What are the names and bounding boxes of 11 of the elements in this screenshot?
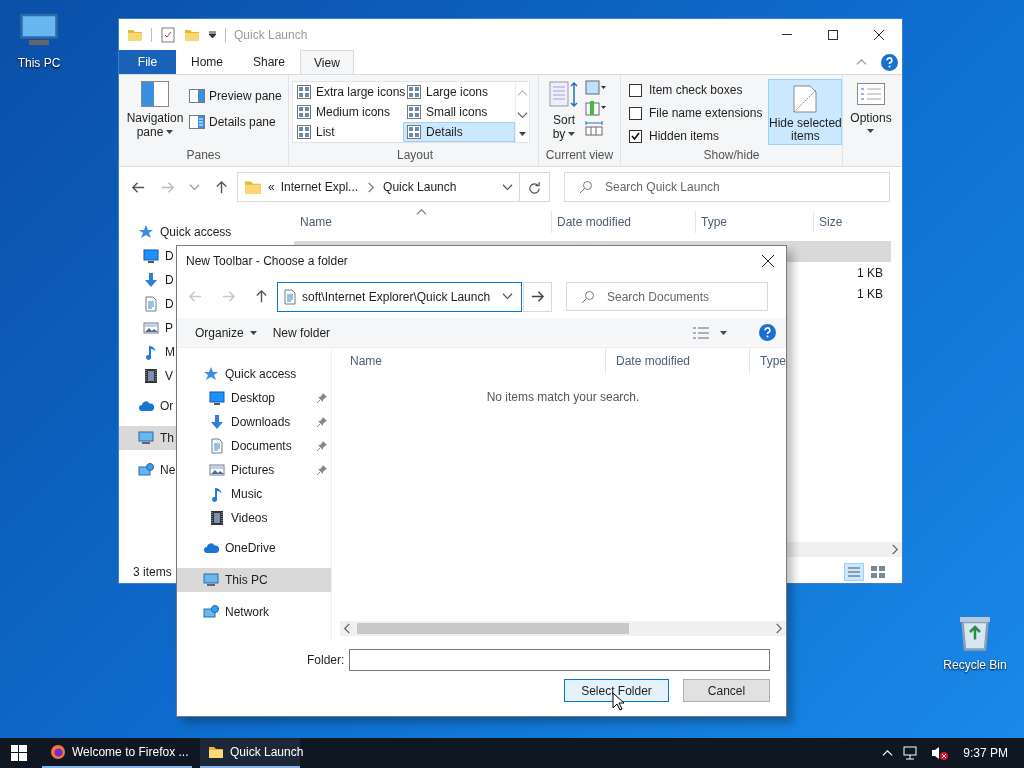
dialog-title: New Toolbar - Choose a folder (186, 252, 348, 270)
window-title: Quick Launch (234, 26, 308, 44)
group-label: Show/hide (702, 147, 761, 164)
size-cell-text: 1 KB (857, 264, 883, 282)
item-count: 3 items (133, 564, 172, 581)
empty-message: No items match your search. (486, 389, 640, 406)
folder-label: Folder: (307, 651, 345, 669)
group-label: Current view (544, 147, 615, 164)
group-label: Panes (185, 147, 222, 164)
group-label: Layout (396, 147, 434, 164)
overflow-marker: « (268, 179, 275, 196)
